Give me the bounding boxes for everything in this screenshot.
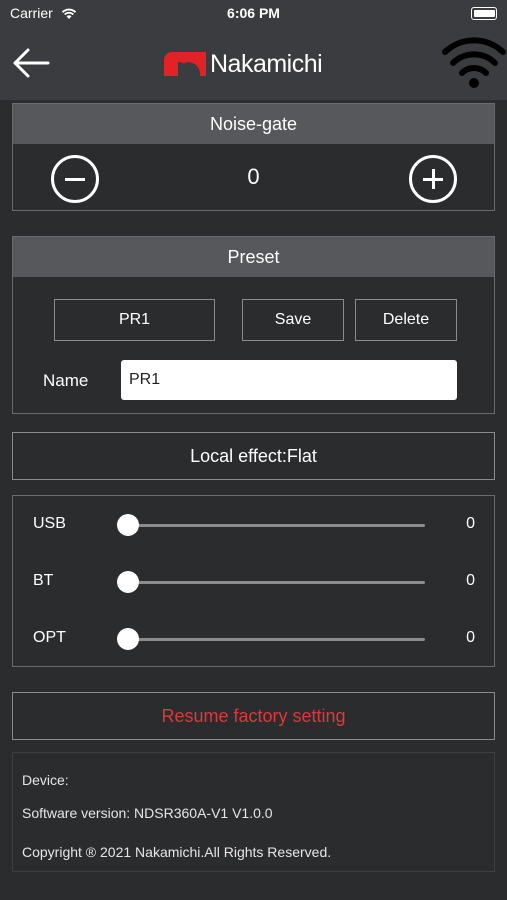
preset-select-button[interactable]: PR1	[54, 299, 215, 341]
slider-label: OPT	[33, 629, 66, 646]
copyright-text: Copyright ® 2021 Nakamichi.All Rights Re…	[22, 844, 332, 860]
slider-label: BT	[33, 572, 54, 589]
resume-factory-button[interactable]: Resume factory setting	[12, 692, 495, 740]
name-label: Name	[43, 371, 89, 390]
slider-row-bt: BT 0	[13, 554, 494, 612]
delete-button[interactable]: Delete	[355, 299, 457, 341]
slider-row-opt: OPT 0	[13, 612, 494, 668]
slider-value: 0	[466, 572, 475, 589]
bt-slider-thumb[interactable]	[117, 571, 139, 593]
opt-slider-track[interactable]	[127, 638, 425, 641]
local-effect-button[interactable]: Local effect:Flat	[12, 432, 495, 480]
preset-name-field[interactable]: PR1	[121, 360, 457, 400]
brand-name: Nakamichi	[210, 50, 323, 78]
plus-button[interactable]	[409, 155, 457, 203]
source-level-panel: USB 0 BT 0 OPT 0	[12, 495, 495, 667]
preset-panel: Preset PR1 Save Delete Name PR1	[12, 236, 495, 414]
noise-gate-panel: Noise-gate 0	[12, 103, 495, 211]
arrow-left-icon[interactable]	[10, 45, 52, 81]
device-info-panel: Device: Software version: NDSR360A-V1 V1…	[12, 752, 495, 872]
opt-slider-thumb[interactable]	[117, 628, 139, 650]
preset-title: Preset	[13, 237, 494, 277]
brand-logo-icon	[164, 52, 206, 76]
slider-value: 0	[466, 629, 475, 646]
device-label: Device:	[22, 772, 69, 788]
battery-icon	[471, 7, 497, 20]
status-time: 6:06 PM	[227, 5, 280, 21]
slider-row-usb: USB 0	[13, 496, 494, 554]
slider-value: 0	[466, 515, 475, 532]
usb-slider-thumb[interactable]	[117, 514, 139, 536]
software-version: Software version: NDSR360A-V1 V1.0.0	[22, 805, 273, 821]
usb-slider-track[interactable]	[127, 524, 425, 527]
bt-slider-track[interactable]	[127, 581, 425, 584]
app-header: Carrier 6:06 PM Nakamichi	[0, 0, 507, 100]
save-button[interactable]: Save	[242, 299, 344, 341]
wifi-icon[interactable]	[442, 37, 506, 89]
slider-label: USB	[33, 515, 66, 532]
noise-gate-title: Noise-gate	[13, 104, 494, 144]
